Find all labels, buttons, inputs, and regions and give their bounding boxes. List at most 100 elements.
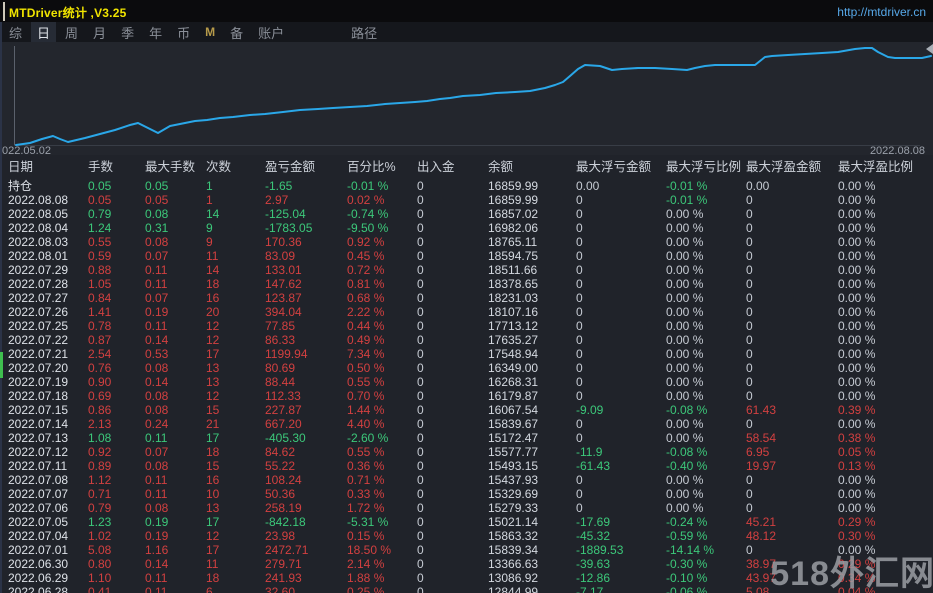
table-row[interactable]: 持仓 0.05 0.05 1 -1.65 -0.01 % 0 16859.99 0.00 -0.0…: [0, 179, 933, 193]
table-cell: 2022.07.29: [8, 263, 69, 277]
table-cell: 0: [576, 347, 583, 361]
table-cell: 2022.07.22: [8, 333, 69, 347]
table-cell: 0.11: [145, 277, 168, 291]
table-row[interactable]: 2022.08.03 0.55 0.08 9 170.36 0.92 % 0 18765.11…: [0, 235, 933, 249]
table-row[interactable]: 2022.06.30 0.80 0.14 11 279.71 2.14 % 0 13366.6…: [0, 557, 933, 571]
table-cell: 241.93: [265, 571, 302, 585]
table-cell: 0.08: [145, 459, 169, 473]
menu-item[interactable]: 综: [3, 22, 28, 43]
table-row[interactable]: 2022.07.07 0.71 0.11 10 50.36 0.33 % 0 15329.69…: [0, 487, 933, 501]
table-row[interactable]: 2022.07.13 1.08 0.11 17 -405.30 -2.60 % 0 15172…: [0, 431, 933, 445]
table-cell: 123.87: [265, 291, 302, 305]
table-cell: 58.54: [746, 431, 777, 445]
table-cell: 0.00 %: [838, 221, 876, 235]
table-cell: 9: [206, 221, 213, 235]
table-cell: 5.08: [88, 543, 112, 557]
table-cell: 0.19: [145, 305, 169, 319]
table-cell: 0.11: [145, 473, 168, 487]
table-row[interactable]: 2022.07.22 0.87 0.14 12 86.33 0.49 % 0 17635.27…: [0, 333, 933, 347]
table-cell: 10: [206, 487, 220, 501]
table-row[interactable]: 2022.07.20 0.76 0.08 13 80.69 0.50 % 0 16349.00…: [0, 361, 933, 375]
menu-item[interactable]: M: [199, 24, 221, 40]
table-cell: 0: [417, 179, 424, 193]
table-cell: 0.88: [88, 263, 112, 277]
table-cell: -0.06 %: [666, 585, 708, 593]
table-cell: 15839.67: [488, 417, 539, 431]
table-cell: 0: [576, 319, 583, 333]
app-url-link[interactable]: http://mtdriver.cn: [837, 5, 926, 19]
table-row[interactable]: 2022.07.26 1.41 0.19 20 394.04 2.22 % 0 18107.1…: [0, 305, 933, 319]
table-row[interactable]: 2022.07.29 0.88 0.11 14 133.01 0.72 % 0 18511.6…: [0, 263, 933, 277]
table-row[interactable]: 2022.06.28 0.41 0.11 6 32.60 0.25 % 0 12844.99 -…: [0, 585, 933, 593]
table-cell: 0.04 %: [838, 585, 876, 593]
table-cell: 0: [576, 221, 583, 235]
table-row[interactable]: 2022.07.25 0.78 0.11 12 77.85 0.44 % 0 17713.12…: [0, 319, 933, 333]
table-cell: 133.01: [265, 263, 302, 277]
table-cell: 0: [746, 207, 753, 221]
table-cell: 13: [206, 501, 220, 515]
table-cell: 2022.07.05: [8, 515, 69, 529]
table-cell: 0.00 %: [666, 431, 704, 445]
table-cell: 61.43: [746, 403, 777, 417]
app-title: MTDriver统计 ,V3.25: [9, 6, 127, 20]
table-row[interactable]: 2022.07.18 0.69 0.08 12 112.33 0.70 % 0 16179.8…: [0, 389, 933, 403]
table-row[interactable]: 2022.08.08 0.05 0.05 1 2.97 0.02 % 0 16859.99 0 -…: [0, 193, 933, 207]
table-cell: -0.40 %: [666, 459, 708, 473]
menu-item[interactable]: 币: [171, 22, 196, 43]
table-cell: -0.01 %: [666, 179, 708, 193]
table-row[interactable]: 2022.07.04 1.02 0.19 12 23.98 0.15 % 0 15863.32…: [0, 529, 933, 543]
table-row[interactable]: 2022.08.05 0.79 0.08 14 -125.04 -0.74 % 0 16857…: [0, 207, 933, 221]
table-row[interactable]: 2022.07.08 1.12 0.11 16 108.24 0.71 % 0 15437.9…: [0, 473, 933, 487]
table-row[interactable]: 2022.07.12 0.92 0.07 18 84.62 0.55 % 0 15577.77…: [0, 445, 933, 459]
table-cell: 15021.14: [488, 515, 539, 529]
table-cell: 0: [417, 375, 424, 389]
table-cell: -125.04: [265, 207, 306, 221]
table-cell: 0.15 %: [347, 529, 385, 543]
table-cell: 0.11: [145, 571, 168, 585]
menu-item[interactable]: 月: [87, 22, 112, 43]
table-row[interactable]: 2022.07.05 1.23 0.19 17 -842.18 -5.31 % 0 15021…: [0, 515, 933, 529]
table-row[interactable]: 2022.07.06 0.79 0.08 13 258.19 1.72 % 0 15279.3…: [0, 501, 933, 515]
table-row[interactable]: 2022.07.15 0.86 0.08 15 227.87 1.44 % 0 16067.5…: [0, 403, 933, 417]
table-cell: 0: [417, 277, 424, 291]
table-cell: 0: [417, 361, 424, 375]
menu-item[interactable]: 账户: [252, 22, 290, 43]
table-cell: 12: [206, 529, 220, 543]
menu-item[interactable]: 路径: [345, 22, 383, 43]
table-cell: 55.22: [265, 459, 296, 473]
table-cell: 20: [206, 305, 220, 319]
table-row[interactable]: 2022.08.04 1.24 0.31 9 -1783.05 -9.50 % 0 16982…: [0, 221, 933, 235]
table-cell: 16067.54: [488, 403, 539, 417]
table-row[interactable]: 2022.07.27 0.84 0.07 16 123.87 0.68 % 0 18231.0…: [0, 291, 933, 305]
table-cell: 0: [746, 375, 753, 389]
table-cell: 0.00 %: [838, 375, 876, 389]
table-cell: 0: [417, 543, 424, 557]
table-cell: 2022.08.04: [8, 221, 69, 235]
table-row[interactable]: 2022.07.28 1.05 0.11 18 147.62 0.81 % 0 18378.6…: [0, 277, 933, 291]
table-cell: 0.00 %: [838, 333, 876, 347]
table-row[interactable]: 2022.07.14 2.13 0.24 21 667.20 4.40 % 0 15839.6…: [0, 417, 933, 431]
table-cell: 38.97: [746, 557, 777, 571]
table-cell: 0.02 %: [347, 193, 385, 207]
table-row[interactable]: 2022.06.29 1.10 0.11 18 241.93 1.88 % 0 13086.9…: [0, 571, 933, 585]
table-cell: 0.45 %: [347, 249, 385, 263]
table-cell: 16268.31: [488, 375, 539, 389]
table-cell: 23.98: [265, 529, 296, 543]
table-row[interactable]: 2022.08.01 0.59 0.07 11 83.09 0.45 % 0 18594.75…: [0, 249, 933, 263]
menu-item[interactable]: 日: [31, 21, 57, 43]
table-row[interactable]: 2022.07.19 0.90 0.14 13 88.44 0.55 % 0 16268.31…: [0, 375, 933, 389]
table-cell: 2022.07.04: [8, 529, 69, 543]
chart-scroll-handle[interactable]: [926, 44, 933, 54]
table-row[interactable]: 2022.07.01 5.08 1.16 17 2472.71 18.50 % 0 15839…: [0, 543, 933, 557]
table-row[interactable]: 2022.07.11 0.89 0.08 15 55.22 0.36 % 0 15493.15…: [0, 459, 933, 473]
table-cell: 0: [746, 417, 753, 431]
menu-item[interactable]: 备: [224, 22, 249, 43]
table-cell: 16: [206, 473, 220, 487]
menu-item[interactable]: 周: [59, 22, 84, 43]
table-row[interactable]: 2022.07.21 2.54 0.53 17 1199.94 7.34 % 0 17548.…: [0, 347, 933, 361]
menu-item[interactable]: 季: [115, 22, 140, 43]
table-cell: 2022.07.27: [8, 291, 69, 305]
menu-item[interactable]: 年: [143, 22, 168, 43]
table-cell: 2022.07.06: [8, 501, 69, 515]
table-cell: 0: [417, 333, 424, 347]
